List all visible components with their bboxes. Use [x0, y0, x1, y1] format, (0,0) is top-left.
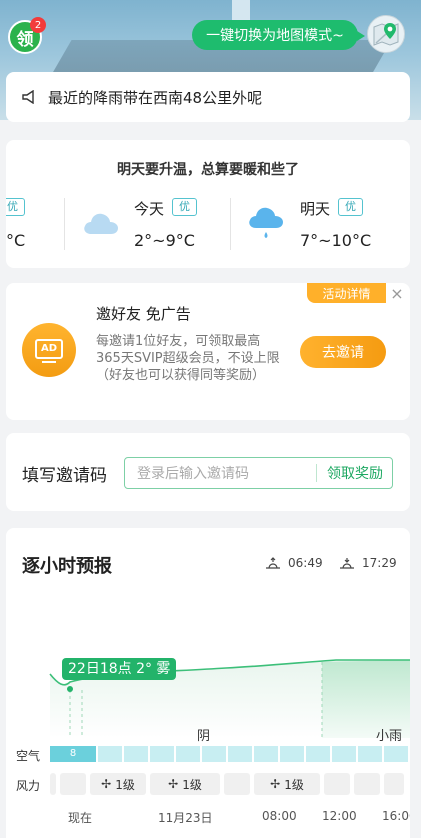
sunrise-time: 06:49: [264, 556, 323, 570]
aqi-cell: [228, 746, 252, 762]
invite-code-card: 填写邀请码 领取奖励: [6, 433, 410, 511]
promo-description: 每邀请1位好友，可领取最高365天SVIP超级会员，不设上限（好友也可以获得同等…: [96, 334, 280, 383]
wind-row: ✢ 1级 ✢ 1级 ✢ 1级: [50, 773, 408, 795]
wind-cell: ✢ 1级: [150, 773, 220, 795]
wind-level: 1级: [115, 777, 135, 792]
aqi-cell: [384, 746, 408, 762]
divider: [64, 198, 65, 250]
wind-cell: ✢ 1级: [254, 773, 320, 795]
wind-cell: [384, 773, 404, 795]
invite-promo-card: 领 AD 邀好友 免广告 每邀请1位好友，可领取最高365天SVIP超级会员，不…: [6, 283, 410, 420]
fan-icon: ✢: [168, 777, 179, 791]
sunset-icon: [340, 558, 354, 569]
aqi-cell: [254, 746, 278, 762]
sunset-value: 17:29: [362, 556, 397, 570]
air-quality-row: 8: [50, 746, 410, 762]
aqi-cell: [124, 746, 148, 762]
time-1600: 16:00: [382, 809, 410, 823]
invite-code-box: 领取奖励: [124, 457, 393, 490]
aqi-cell: [306, 746, 330, 762]
map-mode-icon-button[interactable]: [367, 15, 405, 53]
aqi-cell: [98, 746, 122, 762]
temp-yesterday: °C: [6, 231, 26, 250]
wind-cell: [224, 773, 250, 795]
rain-notice-card[interactable]: 最近的降雨带在西南48公里外呢: [6, 72, 410, 122]
tomorrow-aqi-badge: 优: [338, 198, 363, 216]
hourly-forecast-card: 逐小时预报 06:49 17:29 22日18点 2° 雾 阴 小雨 空气 8 …: [6, 528, 410, 838]
sunrise-value: 06:49: [288, 556, 323, 570]
invite-code-input[interactable]: [125, 458, 329, 490]
go-invite-button[interactable]: 去邀请: [300, 336, 386, 368]
map-pin-icon: [373, 23, 399, 46]
fan-icon: ✢: [101, 777, 112, 791]
wind-cell: ✢ 1级: [90, 773, 146, 795]
divider: [230, 198, 231, 250]
promo-title: 邀好友 免广告: [96, 305, 191, 323]
invite-code-label: 填写邀请码: [22, 466, 107, 486]
sunrise-icon: [266, 557, 280, 569]
sunset-time: 17:29: [338, 556, 397, 570]
ad-icon-text: AD: [35, 339, 63, 363]
aqi-cell: [176, 746, 200, 762]
hour-callout: 22日18点 2° 雾: [62, 658, 177, 680]
daily-forecast-title: 明天要升温，总算要暖和些了: [117, 162, 299, 178]
aqi-cell: [150, 746, 174, 762]
daily-forecast-card: 明天要升温，总算要暖和些了 优 °C 今天 优 2°~9°C 明天 优 7°~1…: [6, 140, 410, 268]
time-date: 11月23日: [158, 811, 213, 825]
wind-cell: [60, 773, 86, 795]
aqi-cell: [332, 746, 356, 762]
weather-label-cloudy: 阴: [197, 729, 211, 744]
activity-details-tag[interactable]: 活动详情: [307, 283, 386, 303]
aqi-cell: [202, 746, 226, 762]
notification-badge: 2: [30, 17, 46, 33]
weather-label-light-rain: 小雨: [376, 729, 403, 744]
rain-cloud-icon: [249, 207, 283, 238]
time-0800: 08:00: [262, 809, 297, 823]
time-now: 现在: [68, 811, 93, 825]
wind-level: 1级: [284, 777, 304, 792]
wind-level: 1级: [182, 777, 202, 792]
lighthouse-image: [232, 0, 250, 20]
speaker-icon: [22, 90, 34, 104]
wind-row-label: 风力: [16, 779, 41, 793]
fan-icon: ✢: [270, 777, 281, 791]
current-point: [67, 686, 73, 692]
air-quality-row-label: 空气: [16, 749, 41, 763]
today-aqi-badge: 优: [172, 198, 197, 216]
tomorrow-temp: 7°~10°C: [300, 231, 372, 250]
close-icon[interactable]: ×: [388, 285, 406, 303]
rain-notice-text: 最近的降雨带在西南48公里外呢: [48, 88, 263, 107]
tomorrow-label: 明天: [300, 200, 331, 218]
wind-cell: [50, 773, 56, 795]
claim-reward-button[interactable]: 领 2: [8, 17, 46, 54]
time-1200: 12:00: [322, 809, 357, 823]
cloud-icon: [84, 213, 118, 234]
today-temp: 2°~9°C: [134, 231, 195, 250]
today-label: 今天: [134, 200, 165, 218]
wind-cell: [324, 773, 350, 795]
aqi-cell: [280, 746, 304, 762]
wind-cell: [354, 773, 380, 795]
claim-reward-submit-button[interactable]: 领取奖励: [317, 458, 393, 488]
aqi-cell: [358, 746, 382, 762]
aqi-badge-yesterday: 优: [6, 198, 25, 216]
switch-map-mode-button[interactable]: 一键切换为地图模式~: [192, 20, 365, 50]
hourly-forecast-title: 逐小时预报: [22, 556, 112, 577]
aqi-cell: 8: [50, 746, 96, 762]
ad-free-icon: 领 AD: [22, 323, 76, 377]
